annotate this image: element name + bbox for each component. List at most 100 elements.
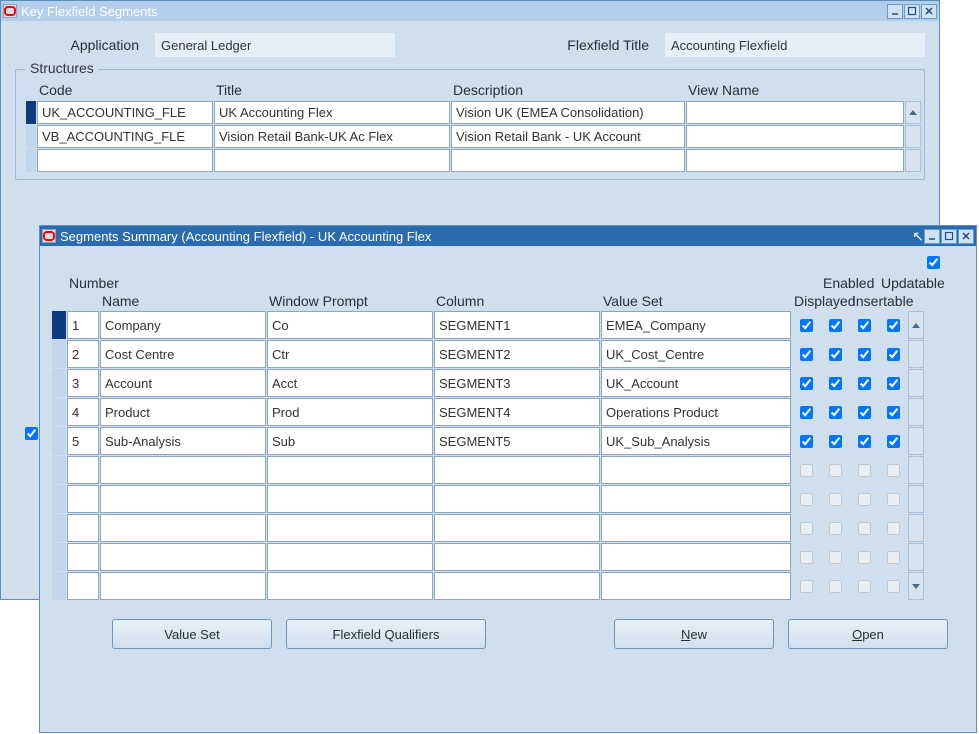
insertable-checkbox[interactable] (858, 551, 871, 564)
insertable-checkbox[interactable] (858, 348, 871, 361)
updatable-checkbox[interactable] (887, 551, 900, 564)
scrollbar-track[interactable] (905, 149, 921, 172)
value-set-field[interactable] (601, 398, 791, 426)
segment-row[interactable] (52, 514, 968, 542)
insertable-checkbox[interactable] (858, 406, 871, 419)
row-selector[interactable] (52, 456, 66, 484)
row-selector[interactable] (52, 543, 66, 571)
displayed-checkbox[interactable] (800, 464, 813, 477)
window-prompt-field[interactable] (267, 485, 433, 513)
column-field[interactable] (434, 340, 600, 368)
column-field[interactable] (434, 572, 600, 600)
scrollbar-track[interactable] (908, 514, 924, 542)
row-selector[interactable] (52, 514, 66, 542)
segment-row[interactable] (52, 456, 968, 484)
row-selector[interactable] (52, 572, 66, 600)
structure-row[interactable] (26, 125, 914, 148)
scrollbar-track[interactable] (908, 398, 924, 426)
name-field[interactable] (100, 543, 266, 571)
title-field[interactable] (214, 125, 450, 148)
value-set-field[interactable] (601, 369, 791, 397)
window-prompt-field[interactable] (267, 514, 433, 542)
maximize-icon[interactable] (904, 4, 920, 19)
column-field[interactable] (434, 485, 600, 513)
name-field[interactable] (100, 514, 266, 542)
number-field[interactable] (67, 456, 99, 484)
displayed-checkbox[interactable] (800, 348, 813, 361)
window-prompt-field[interactable] (267, 427, 433, 455)
scrollbar-track[interactable] (908, 456, 924, 484)
minimize-icon[interactable] (887, 4, 903, 19)
window-prompt-field[interactable] (267, 340, 433, 368)
updatable-checkbox[interactable] (887, 522, 900, 535)
window-prompt-field[interactable] (267, 398, 433, 426)
code-field[interactable] (37, 101, 213, 124)
updatable-checkbox[interactable] (887, 580, 900, 593)
name-field[interactable] (100, 456, 266, 484)
segment-row[interactable] (52, 543, 968, 571)
scrollbar-track[interactable] (905, 125, 921, 148)
view-name-field[interactable] (686, 149, 904, 172)
value-set-field[interactable] (601, 427, 791, 455)
updatable-checkbox[interactable] (887, 435, 900, 448)
name-field[interactable] (100, 398, 266, 426)
insertable-checkbox[interactable] (858, 319, 871, 332)
number-field[interactable] (67, 369, 99, 397)
window-prompt-field[interactable] (267, 572, 433, 600)
name-field[interactable] (100, 311, 266, 339)
enabled-checkbox[interactable] (829, 348, 842, 361)
displayed-checkbox[interactable] (800, 435, 813, 448)
minimize-icon[interactable] (924, 229, 940, 244)
displayed-checkbox[interactable] (800, 522, 813, 535)
displayed-checkbox[interactable] (800, 377, 813, 390)
enabled-checkbox[interactable] (829, 435, 842, 448)
bg-titlebar[interactable]: Key Flexfield Segments (1, 1, 939, 21)
insertable-checkbox[interactable] (858, 522, 871, 535)
window-prompt-field[interactable] (267, 456, 433, 484)
title-field[interactable] (214, 149, 450, 172)
segment-row[interactable] (52, 369, 968, 397)
window-prompt-field[interactable] (267, 543, 433, 571)
insertable-checkbox[interactable] (858, 377, 871, 390)
updatable-checkbox[interactable] (887, 377, 900, 390)
column-field[interactable] (434, 456, 600, 484)
updatable-checkbox[interactable] (887, 406, 900, 419)
name-field[interactable] (100, 427, 266, 455)
insertable-checkbox[interactable] (858, 464, 871, 477)
bg-freeze-checkbox[interactable] (25, 427, 38, 443)
value-set-field[interactable] (601, 572, 791, 600)
row-selector[interactable] (52, 427, 66, 455)
scroll-up-icon[interactable] (905, 101, 921, 124)
scrollbar-track[interactable] (908, 543, 924, 571)
number-field[interactable] (67, 427, 99, 455)
number-field[interactable] (67, 340, 99, 368)
value-set-field[interactable] (601, 340, 791, 368)
title-field[interactable] (214, 101, 450, 124)
close-icon[interactable] (921, 4, 937, 19)
enabled-checkbox[interactable] (829, 580, 842, 593)
open-button[interactable]: Open (788, 619, 948, 649)
window-prompt-field[interactable] (267, 369, 433, 397)
value-set-button[interactable]: Value Set (112, 619, 272, 649)
updatable-checkbox[interactable] (887, 464, 900, 477)
updatable-checkbox[interactable] (887, 348, 900, 361)
column-field[interactable] (434, 543, 600, 571)
displayed-checkbox[interactable] (800, 493, 813, 506)
flexfield-title-field[interactable] (665, 33, 925, 57)
enabled-checkbox[interactable] (829, 464, 842, 477)
view-name-field[interactable] (686, 125, 904, 148)
segment-row[interactable] (52, 485, 968, 513)
code-field[interactable] (37, 125, 213, 148)
new-button[interactable]: New (614, 619, 774, 649)
column-field[interactable] (434, 311, 600, 339)
description-field[interactable] (451, 125, 685, 148)
application-field[interactable] (155, 33, 395, 57)
top-enabled-checkbox[interactable] (927, 256, 940, 269)
enabled-checkbox[interactable] (829, 406, 842, 419)
enabled-checkbox[interactable] (829, 522, 842, 535)
name-field[interactable] (100, 340, 266, 368)
scrollbar-track[interactable] (908, 427, 924, 455)
description-field[interactable] (451, 101, 685, 124)
number-field[interactable] (67, 572, 99, 600)
segment-row[interactable] (52, 427, 968, 455)
